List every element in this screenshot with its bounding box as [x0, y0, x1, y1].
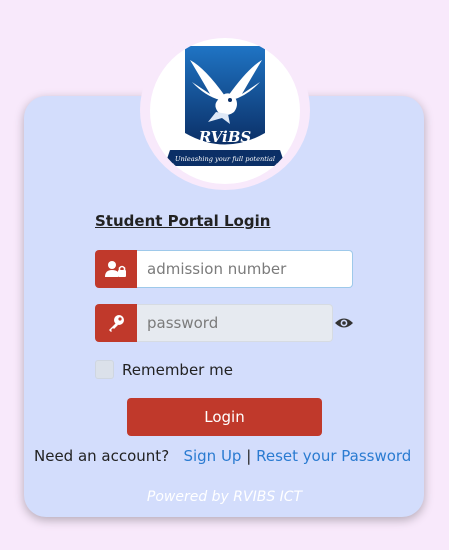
account-links: Need an account? Sign Up | Reset your Pa…: [34, 447, 411, 465]
need-account-text: Need an account?: [34, 447, 170, 465]
link-separator: |: [246, 447, 252, 465]
logo-tagline: Unleashing your full potential: [175, 155, 275, 163]
school-logo: RViBS Unleashing your full potential: [164, 46, 286, 168]
admission-number-input[interactable]: [137, 250, 353, 288]
password-field: [95, 304, 333, 342]
remember-me-checkbox[interactable]: [95, 360, 114, 379]
eye-icon[interactable]: [334, 314, 354, 332]
password-input[interactable]: [137, 304, 333, 342]
remember-me: Remember me: [95, 360, 233, 379]
page-title: Student Portal Login: [95, 212, 271, 230]
admission-number-field: [95, 250, 353, 288]
remember-me-label: Remember me: [122, 360, 233, 379]
user-lock-icon: [95, 250, 137, 288]
login-button[interactable]: Login: [127, 398, 322, 436]
logo-badge: RViBS Unleashing your full potential: [140, 30, 310, 190]
logo-brand-text: RViBS: [198, 128, 252, 146]
reset-password-link[interactable]: Reset your Password: [256, 447, 411, 465]
logo-circle: RViBS Unleashing your full potential: [150, 38, 300, 184]
powered-by-footer: Powered by RVIBS ICT: [146, 489, 303, 505]
sign-up-link[interactable]: Sign Up: [183, 447, 241, 465]
key-icon: [95, 304, 137, 342]
